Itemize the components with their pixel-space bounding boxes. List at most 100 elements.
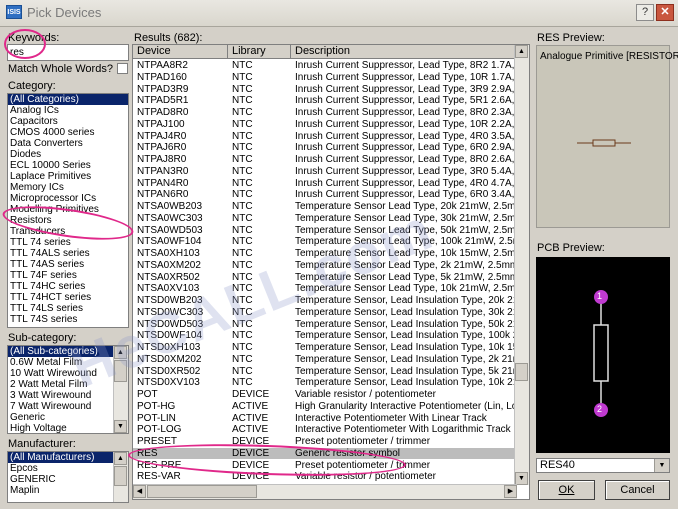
scroll-left-icon[interactable]: ◀ bbox=[133, 485, 146, 498]
category-item[interactable]: TTL 74S series bbox=[8, 314, 128, 325]
sub-category-scrollbar[interactable]: ▲ ▼ bbox=[113, 346, 128, 433]
category-item[interactable]: CMOS 4000 series bbox=[8, 127, 128, 138]
category-item[interactable]: Microprocessor ICs bbox=[8, 193, 128, 204]
sub-category-item[interactable]: 7 Watt Wirewound bbox=[8, 401, 128, 412]
scroll-up-icon[interactable]: ▲ bbox=[515, 45, 528, 58]
category-item[interactable]: Resistors bbox=[8, 215, 128, 226]
category-item[interactable]: TTL 74HC series bbox=[8, 281, 128, 292]
manufacturer-item[interactable]: Maplin bbox=[8, 485, 128, 496]
table-row[interactable]: NTPAA8R2 NTC Inrush Current Suppressor, Le… bbox=[133, 60, 517, 71]
table-row[interactable]: NTSD0WB203 NTC Temperature Sensor, Lead In… bbox=[133, 295, 517, 306]
match-whole-words-checkbox[interactable] bbox=[117, 63, 128, 74]
table-row[interactable]: PRESET DEVICE Preset potentiometer / trimm… bbox=[133, 436, 517, 447]
table-row[interactable]: NTSA0XM202 NTC Temperature Sensor Lead Typ… bbox=[133, 260, 517, 271]
manufacturer-item[interactable]: (All Manufacturers) bbox=[8, 452, 128, 463]
table-row[interactable]: NTSD0WC303 NTC Temperature Sensor, Lead In… bbox=[133, 307, 517, 318]
sub-category-item[interactable]: High Voltage bbox=[8, 423, 128, 433]
category-item[interactable]: (All Categories) bbox=[8, 94, 128, 105]
scroll-down-icon[interactable]: ▼ bbox=[114, 420, 127, 433]
scroll-up-icon[interactable]: ▲ bbox=[114, 346, 127, 359]
results-hscrollbar[interactable]: ◀ ▶ bbox=[133, 484, 517, 499]
table-row[interactable]: NTSA0XV103 NTC Temperature Sensor Lead Typ… bbox=[133, 283, 517, 294]
table-row[interactable]: RES-PRE DEVICE Preset potentiometer / trim… bbox=[133, 460, 517, 471]
scroll-thumb[interactable] bbox=[114, 466, 127, 486]
table-row[interactable]: NTSD0WD503 NTC Temperature Sensor, Lead In… bbox=[133, 319, 517, 330]
ok-button[interactable]: OK bbox=[538, 480, 595, 500]
table-row[interactable]: NTPAD5R1 NTC Inrush Current Suppressor, Le… bbox=[133, 95, 517, 106]
description-cell: Inrush Current Suppressor, Lead Type, 10… bbox=[295, 118, 517, 130]
table-row[interactable]: NTPAD160 NTC Inrush Current Suppressor, Le… bbox=[133, 72, 517, 83]
table-row[interactable]: NTSD0XH103 NTC Temperature Sensor, Lead In… bbox=[133, 342, 517, 353]
scroll-thumb[interactable] bbox=[114, 360, 127, 382]
sub-category-item[interactable]: 0.6W Metal Film bbox=[8, 357, 128, 368]
category-item[interactable]: ECL 10000 Series bbox=[8, 160, 128, 171]
scroll-right-icon[interactable]: ▶ bbox=[504, 485, 517, 498]
category-item[interactable]: Transducers bbox=[8, 226, 128, 237]
manufacturer-item[interactable]: GENERIC bbox=[8, 474, 128, 485]
manufacturer-scrollbar[interactable]: ▲ bbox=[113, 452, 128, 502]
chevron-down-icon[interactable]: ▼ bbox=[654, 459, 669, 472]
scroll-up-icon[interactable]: ▲ bbox=[114, 452, 127, 465]
table-row[interactable]: NTPAN3R0 NTC Inrush Current Suppressor, Le… bbox=[133, 166, 517, 177]
table-row[interactable]: NTSA0WB203 NTC Temperature Sensor Lead Typ… bbox=[133, 201, 517, 212]
category-item[interactable]: TTL 74HCT series bbox=[8, 292, 128, 303]
table-row[interactable]: NTPAJ100 NTC Inrush Current Suppressor, Le… bbox=[133, 119, 517, 130]
table-row[interactable]: NTSD0XV103 NTC Temperature Sensor, Lead In… bbox=[133, 377, 517, 388]
table-row[interactable]: NTPAD8R0 NTC Inrush Current Suppressor, Le… bbox=[133, 107, 517, 118]
category-item[interactable]: Data Converters bbox=[8, 138, 128, 149]
package-select[interactable]: RES40 ▼ bbox=[536, 458, 670, 473]
category-item[interactable]: Memory ICs bbox=[8, 182, 128, 193]
sub-category-item[interactable]: 10 Watt Wirewound bbox=[8, 368, 128, 379]
category-item[interactable]: TTL 74ALS series bbox=[8, 248, 128, 259]
table-row[interactable]: NTPAJ6R0 NTC Inrush Current Suppressor, Le… bbox=[133, 142, 517, 153]
library-cell: NTC bbox=[232, 95, 253, 107]
table-row[interactable]: NTSD0XR502 NTC Temperature Sensor, Lead In… bbox=[133, 366, 517, 377]
table-row[interactable]: POT DEVICE Variable resistor / potentiomet… bbox=[133, 389, 517, 400]
table-row[interactable]: RES-VAR DEVICE Variable resistor / potenti… bbox=[133, 471, 517, 482]
table-row[interactable]: NTSD0XM202 NTC Temperature Sensor, Lead In… bbox=[133, 354, 517, 365]
column-description[interactable]: Description bbox=[291, 45, 517, 59]
sub-category-item[interactable]: (All Sub-categories) bbox=[8, 346, 128, 357]
column-library[interactable]: Library bbox=[228, 45, 291, 59]
sub-category-list[interactable]: (All Sub-categories) 0.6W Metal Film 10 Wa… bbox=[7, 345, 129, 434]
manufacturer-item[interactable]: Epcos bbox=[8, 463, 128, 474]
category-item[interactable]: TTL 74LS series bbox=[8, 303, 128, 314]
category-item[interactable]: Modelling Primitives bbox=[8, 204, 128, 215]
table-row[interactable]: POT-HG ACTIVE High Granularity Interactive… bbox=[133, 401, 517, 412]
category-item[interactable]: TTL 74F series bbox=[8, 270, 128, 281]
keywords-input[interactable]: res bbox=[7, 44, 129, 61]
category-item[interactable]: TTL 74 series bbox=[8, 237, 128, 248]
table-row[interactable]: POT-LOG ACTIVE Interactive Potentiometer W… bbox=[133, 424, 517, 435]
results-vscrollbar[interactable]: ▲ ▼ bbox=[514, 45, 529, 485]
sub-category-item[interactable]: 2 Watt Metal Film bbox=[8, 379, 128, 390]
table-row[interactable]: NTSA0XH103 NTC Temperature Sensor Lead Typ… bbox=[133, 248, 517, 259]
sub-category-item[interactable]: 3 Watt Wirewound bbox=[8, 390, 128, 401]
close-button[interactable]: ✕ bbox=[656, 4, 674, 21]
category-item[interactable]: Capacitors bbox=[8, 116, 128, 127]
sub-category-item[interactable]: Generic bbox=[8, 412, 128, 423]
table-row[interactable]: NTSD0WF104 NTC Temperature Sensor, Lead In… bbox=[133, 330, 517, 341]
table-row[interactable]: NTSA0WF104 NTC Temperature Sensor Lead Typ… bbox=[133, 236, 517, 247]
column-device[interactable]: Device bbox=[133, 45, 228, 59]
category-item[interactable]: Diodes bbox=[8, 149, 128, 160]
table-row[interactable]: NTPAN6R0 NTC Inrush Current Suppressor, Le… bbox=[133, 189, 517, 200]
category-item[interactable]: Analog ICs bbox=[8, 105, 128, 116]
table-row[interactable]: NTSA0WD503 NTC Temperature Sensor Lead Typ… bbox=[133, 225, 517, 236]
results-table[interactable]: Device Library Description NTPAA8R2 NTC In… bbox=[132, 44, 530, 500]
cancel-button[interactable]: Cancel bbox=[605, 480, 670, 500]
table-row[interactable]: POT-LIN ACTIVE Interactive Potentiometer W… bbox=[133, 413, 517, 424]
manufacturer-list[interactable]: (All Manufacturers) Epcos GENERIC Maplin ▲ bbox=[7, 451, 129, 503]
category-item[interactable]: TTL 74AS series bbox=[8, 259, 128, 270]
table-row[interactable]: NTPAD3R9 NTC Inrush Current Suppressor, Le… bbox=[133, 84, 517, 95]
table-row[interactable]: RES DEVICE Generic resistor symbol bbox=[133, 447, 517, 459]
help-button[interactable]: ? bbox=[636, 4, 654, 21]
table-row[interactable]: NTPAJ8R0 NTC Inrush Current Suppressor, Le… bbox=[133, 154, 517, 165]
table-row[interactable]: NTPAN4R0 NTC Inrush Current Suppressor, Le… bbox=[133, 178, 517, 189]
category-item[interactable]: Laplace Primitives bbox=[8, 171, 128, 182]
table-row[interactable]: NTSA0WC303 NTC Temperature Sensor Lead Typ… bbox=[133, 213, 517, 224]
scroll-thumb[interactable] bbox=[515, 363, 528, 381]
table-row[interactable]: NTPAJ4R0 NTC Inrush Current Suppressor, Le… bbox=[133, 131, 517, 142]
scroll-thumb[interactable] bbox=[147, 485, 257, 498]
category-list[interactable]: (All Categories) Analog ICs Capacitors CMOS… bbox=[7, 93, 129, 328]
table-row[interactable]: NTSA0XR502 NTC Temperature Sensor Lead Typ… bbox=[133, 272, 517, 283]
